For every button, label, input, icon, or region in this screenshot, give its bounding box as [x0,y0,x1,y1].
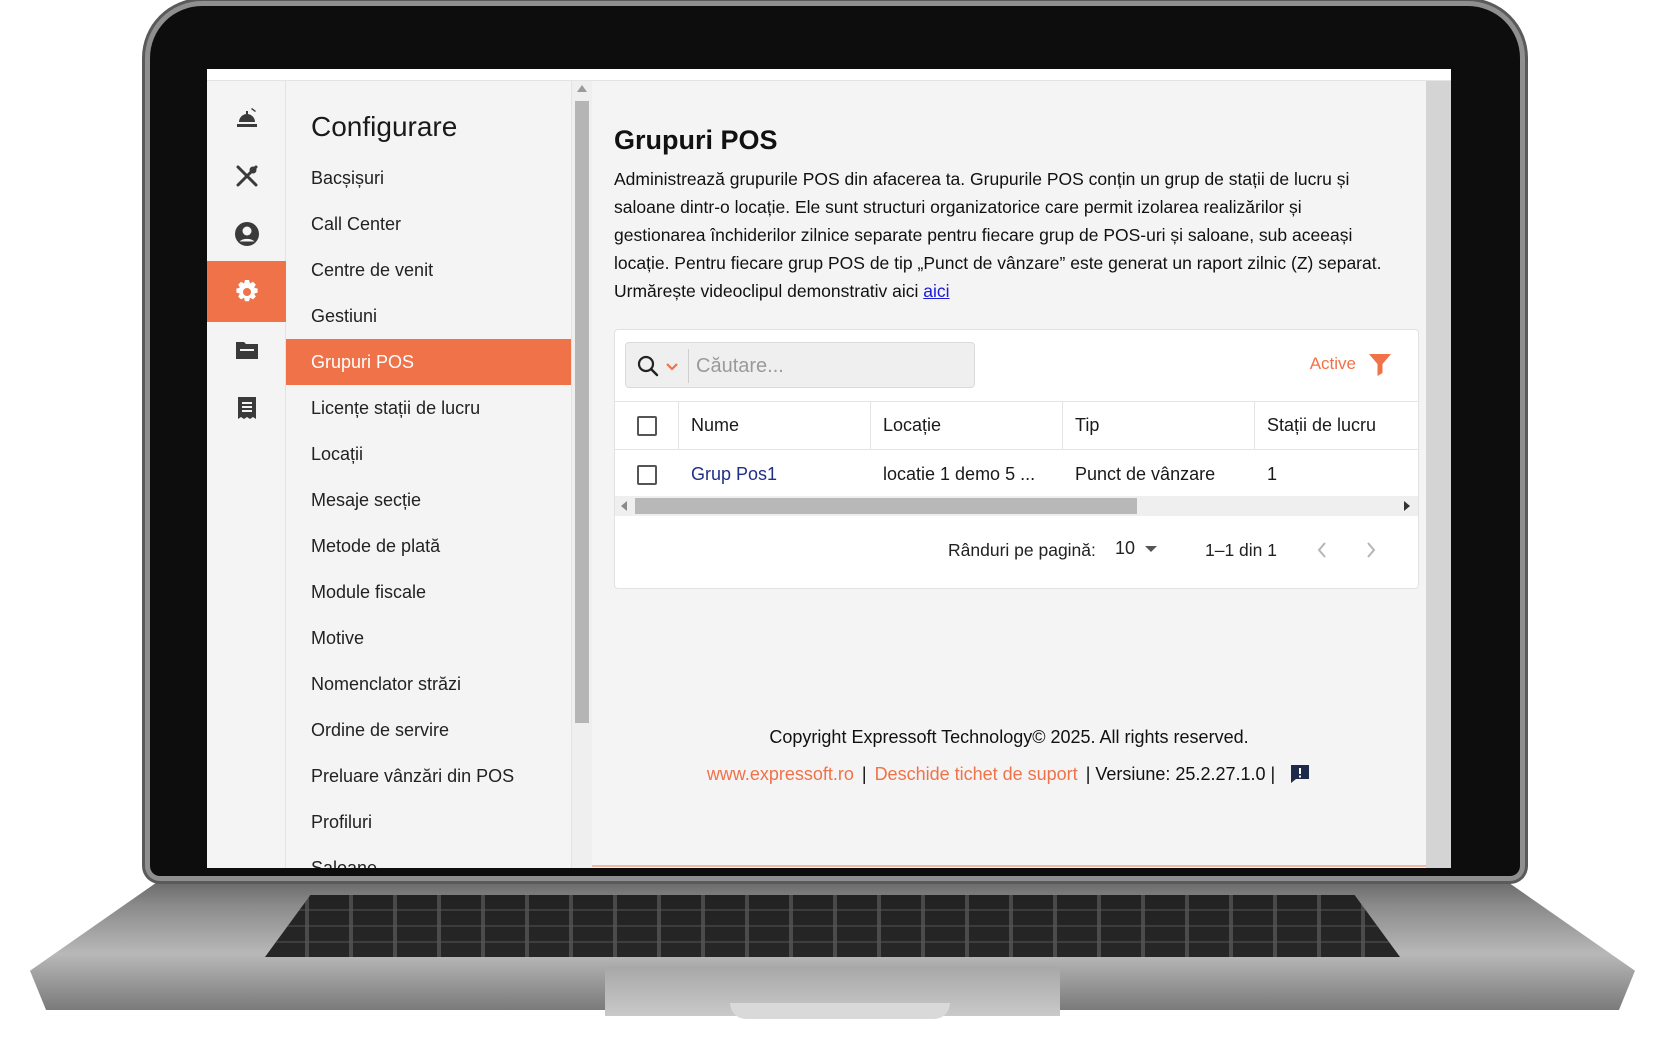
footer-links: www.expressoft.ro | Deschide tichet de s… [592,763,1426,785]
menu-item[interactable]: Licențe stații de lucru [286,385,571,431]
dish-icon [236,107,257,127]
table-horizontal-scrollbar[interactable] [615,496,1418,516]
rail-item-user[interactable] [207,203,286,264]
search-icon[interactable] [636,354,660,378]
row-checkbox[interactable] [637,464,657,485]
menu-scrollbar[interactable] [571,81,592,868]
menu-item[interactable]: Centre de venit [286,247,571,293]
top-bar [207,69,1451,81]
pos-groups-card: Active Nume Locație Tip Stații de lucru … [614,329,1419,589]
page-title: Grupuri POS [614,125,778,155]
search-box [625,342,975,388]
search-divider [688,349,689,383]
gear-icon [235,279,258,301]
menu-item[interactable]: Saloane [286,845,571,868]
laptop-lip [730,1003,950,1019]
feedback-icon[interactable] [1289,763,1311,785]
caret-down-icon [1145,545,1158,552]
chevron-left-icon [1317,542,1326,558]
select-all-checkbox[interactable] [636,415,657,436]
rail-item-receipt[interactable] [207,377,286,438]
config-menu: Configurare Bacșișuri Call Center Centre d… [286,81,571,868]
scroll-right-arrow[interactable] [1404,501,1410,511]
menu-item[interactable]: Call Center [286,201,571,247]
page-range: 1–1 din 1 [1205,540,1278,560]
scroll-left-arrow[interactable] [621,501,627,511]
video-link[interactable]: aici [923,281,949,301]
menu-item[interactable]: Locații [286,431,571,477]
support-ticket-link[interactable]: Deschide tichet de suport [875,764,1078,785]
column-header-name[interactable]: Nume [679,401,871,450]
search-input[interactable] [696,349,966,383]
filter-status-label[interactable]: Active [1310,354,1356,374]
column-header-type[interactable]: Tip [1063,401,1255,450]
row-name-link[interactable]: Grup Pos1 [679,450,871,499]
menu-item[interactable]: Ordine de servire [286,707,571,753]
menu-item[interactable]: Preluare vânzări din POS [286,753,571,799]
header-select-cell [615,401,679,450]
laptop-keyboard-rows [265,895,1400,957]
next-page-button[interactable] [1357,536,1385,564]
filter-icon[interactable] [1366,350,1394,378]
footer-accent-line [592,865,1426,867]
receipt-icon [237,396,256,419]
row-select-cell [615,450,679,499]
menu-item[interactable]: Mesaje secție [286,477,571,523]
menu-item[interactable]: Metode de plată [286,523,571,569]
app-screen: Configurare Bacșișuri Call Center Centre d… [207,69,1451,868]
user-circle-icon [234,221,259,246]
row-stations: 1 [1267,464,1278,484]
footer-copyright: Copyright Expressoft Technology© 2025. A… [769,727,1249,747]
page-description-text: Administrează grupurile POS din afacerea… [614,169,1382,301]
footer-separator: | [861,763,867,784]
rows-per-page-label: Rânduri pe pagină: [948,540,1096,560]
menu-item[interactable]: Gestiuni [286,293,571,339]
menu-item[interactable]: Bacșișuri [286,155,571,201]
chevron-down-icon[interactable] [664,355,680,377]
table-row[interactable]: Grup Pos1 locatie 1 demo 5 ... Punct de … [615,450,1418,499]
rail-item-settings[interactable] [207,261,286,322]
menu-item[interactable]: Motive [286,615,571,661]
utensils-icon [236,165,257,186]
right-edge-strip [1426,81,1451,868]
laptop-frame: Configurare Bacșișuri Call Center Centre d… [0,0,1664,1046]
row-type: Punct de vânzare [1075,464,1216,484]
horizontal-scroll-thumb[interactable] [635,498,1137,514]
menu-item[interactable]: Profiluri [286,799,571,845]
scroll-thumb[interactable] [575,101,589,723]
main-content: Grupuri POS Administrează grupurile POS … [592,81,1426,868]
rows-per-page-value: 10 [1115,538,1136,558]
previous-page-button[interactable] [1308,536,1336,564]
table-header: Nume Locație Tip Stații de lucru [615,401,1418,450]
version-text: | Versiune: 25.2.27.1.0 | [1085,763,1276,784]
chevron-right-icon [1367,542,1376,558]
icon-rail [207,81,286,868]
rail-item-folder[interactable] [207,319,286,380]
website-link[interactable]: www.expressoft.ro [707,764,854,785]
menu-item[interactable]: Nomenclator străzi [286,661,571,707]
menu-title: Configurare [311,111,458,142]
column-header-stations[interactable]: Stații de lucru [1255,401,1415,450]
rows-per-page-select[interactable]: 10 [1115,538,1158,559]
menu-item[interactable]: Module fiscale [286,569,571,615]
pagination: Rânduri pe pagină: 10 1–1 din 1 [615,530,1418,570]
row-location: locatie 1 demo 5 ... [883,464,1036,484]
menu-item[interactable]: Grupuri POS [286,339,571,385]
rail-item-dish[interactable] [207,87,286,148]
folder-icon [235,341,258,359]
page-description: Administrează grupurile POS din afacerea… [614,165,1394,305]
column-header-location[interactable]: Locație [871,401,1063,450]
menu-list: Bacșișuri Call Center Centre de venit Gesti… [286,155,571,868]
rail-item-utensils[interactable] [207,145,286,206]
scroll-up-arrow[interactable] [577,85,587,92]
